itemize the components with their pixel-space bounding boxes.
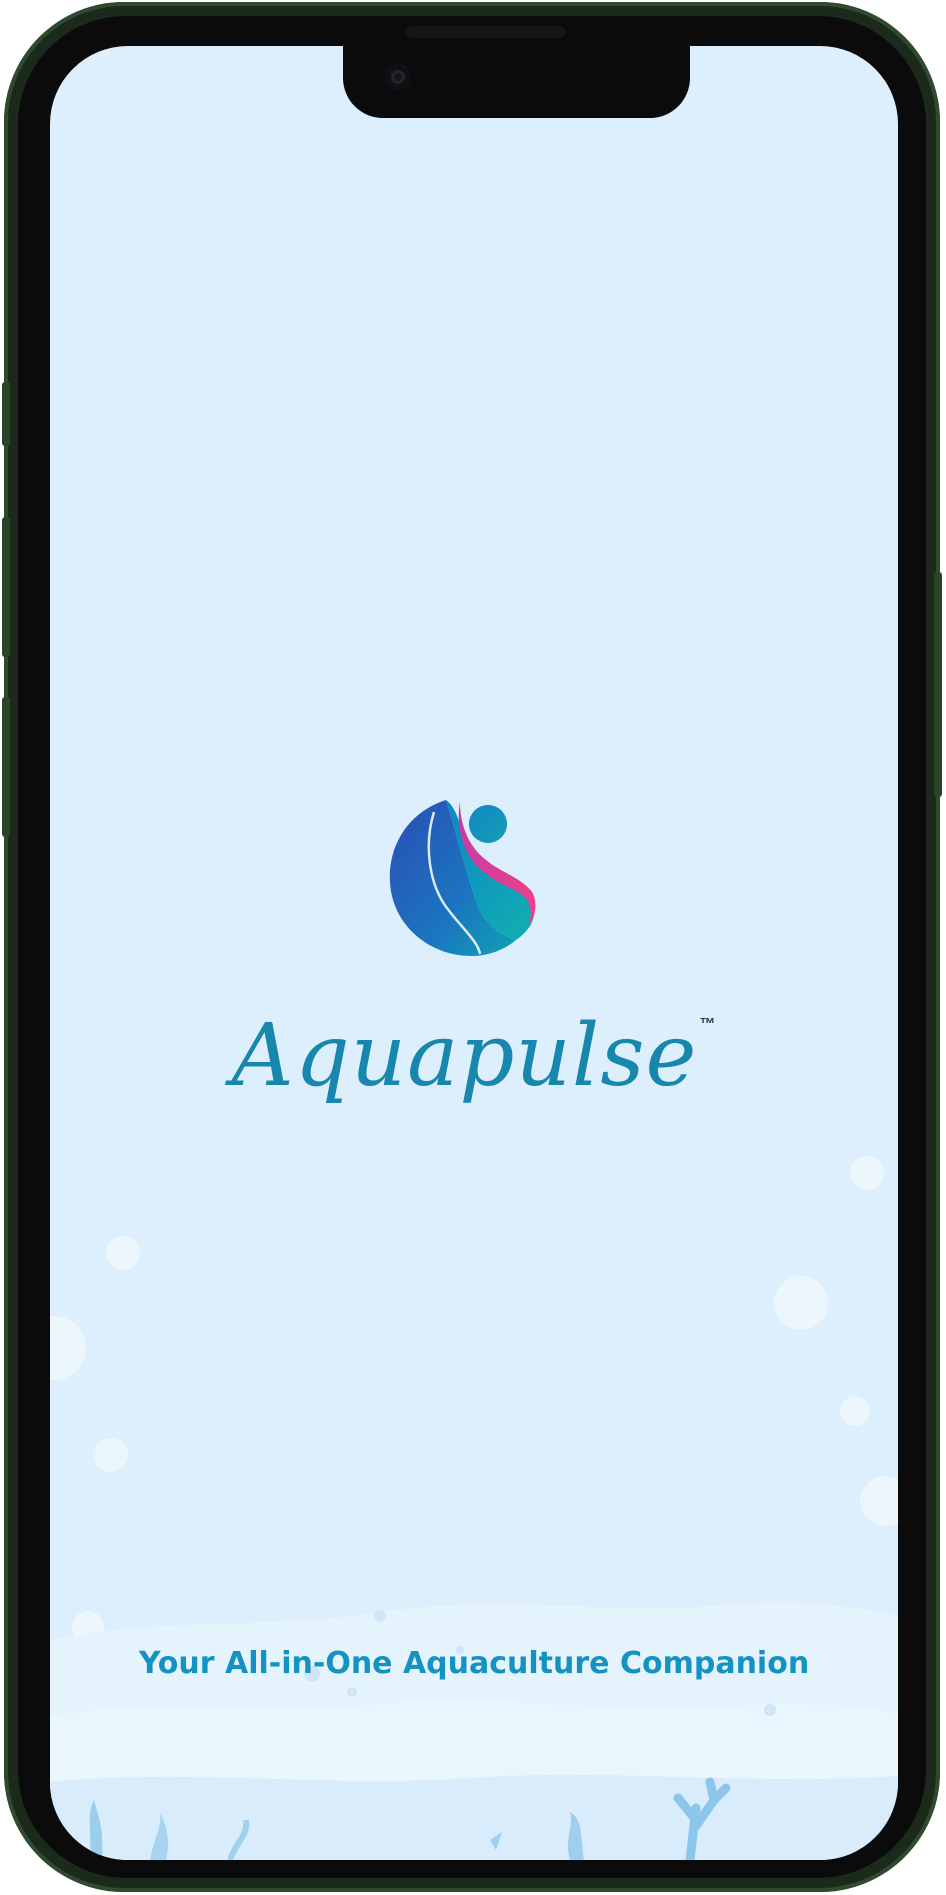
aquapulse-wave-logo-icon xyxy=(389,800,536,956)
display-notch xyxy=(343,46,690,118)
earpiece-speaker xyxy=(406,26,566,38)
bubble-decoration xyxy=(774,1276,828,1330)
phone-frame: Aquapulse ™ Your All-in-One Aquaculture C… xyxy=(2,2,942,1892)
bubble-decoration xyxy=(50,1316,86,1380)
bubble-decoration xyxy=(840,1396,870,1426)
reef-background-illustration xyxy=(50,1602,898,1860)
app-tagline: Your All-in-One Aquaculture Companion xyxy=(138,1646,810,1681)
splash-screen: Aquapulse ™ Your All-in-One Aquaculture C… xyxy=(50,46,898,1860)
bubble-decoration xyxy=(860,1476,898,1526)
trademark-symbol: ™ xyxy=(699,1016,717,1033)
app-name: Aquapulse ™ xyxy=(50,1006,898,1106)
volume-down-button xyxy=(2,697,10,837)
bubble-decoration xyxy=(94,1438,128,1472)
app-name-text: Aquapulse xyxy=(231,1006,698,1106)
volume-up-button xyxy=(2,517,10,657)
power-button xyxy=(934,572,942,797)
logo-area xyxy=(50,794,898,964)
front-camera-icon xyxy=(385,64,411,90)
bubble-decoration xyxy=(850,1156,884,1190)
bubble-decoration xyxy=(106,1236,140,1270)
silent-switch xyxy=(2,382,10,446)
